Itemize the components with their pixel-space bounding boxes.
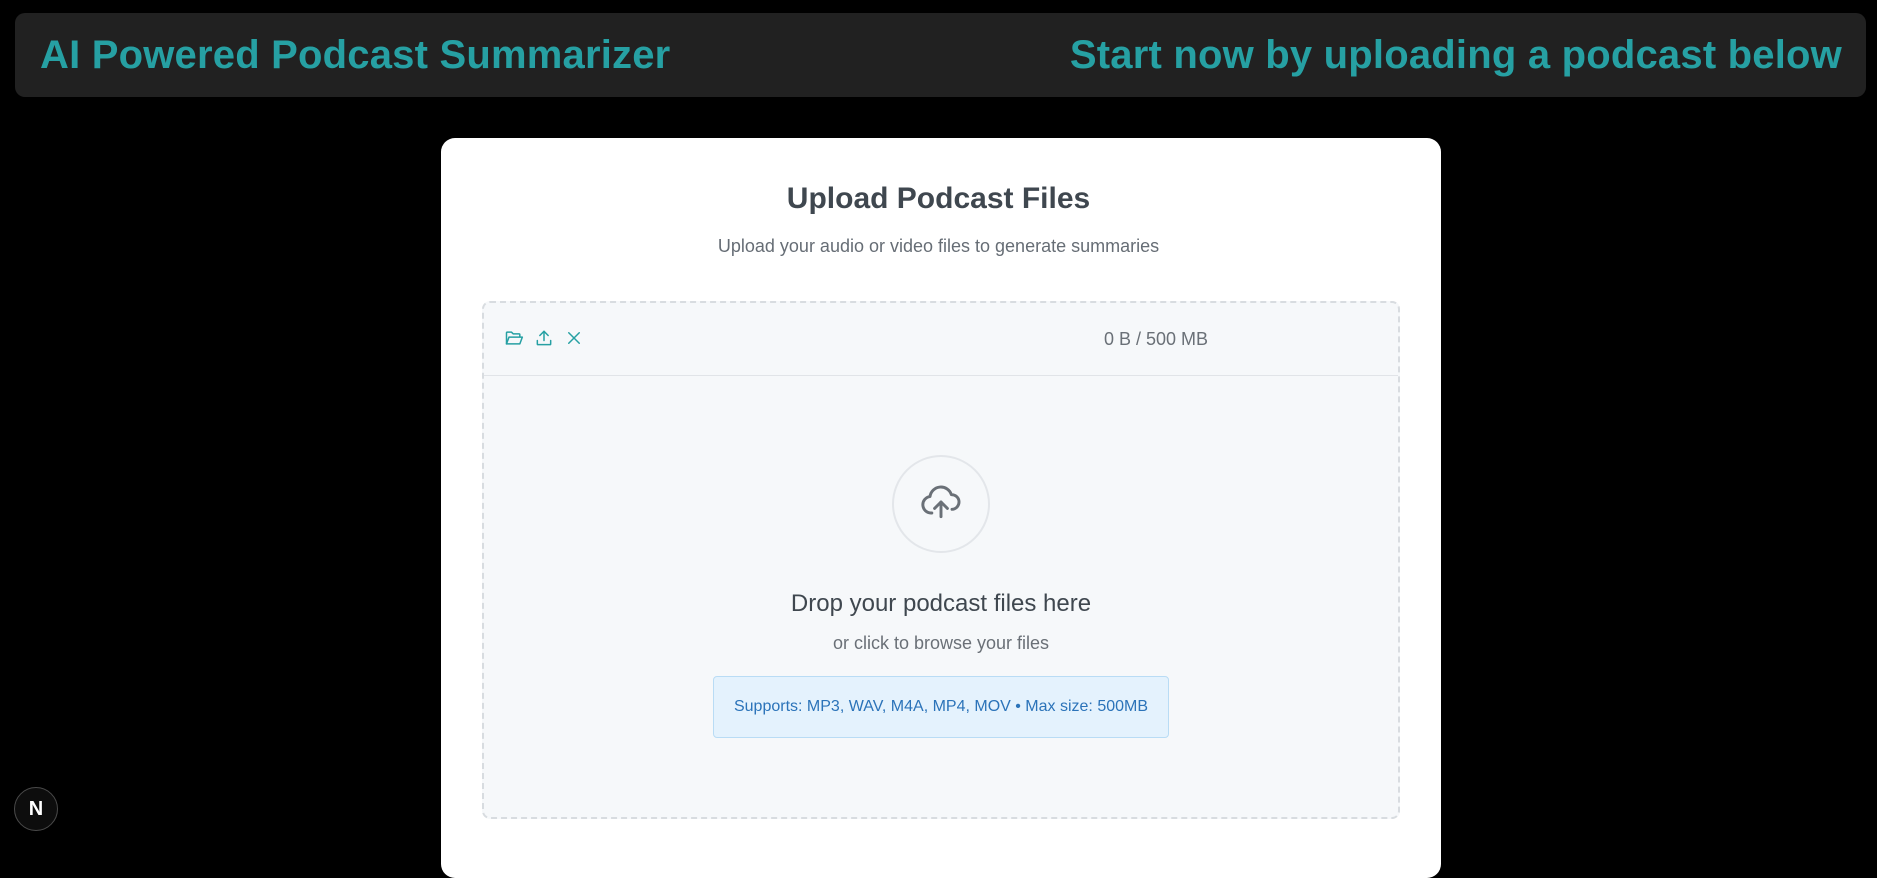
- nextjs-logo-icon: N: [28, 797, 44, 820]
- drop-subtitle: or click to browse your files: [832, 633, 1050, 653]
- app-header: AI Powered Podcast Summarizer Start now …: [15, 13, 1866, 97]
- clear-files-button[interactable]: [563, 329, 585, 351]
- app-title: AI Powered Podcast Summarizer: [40, 32, 671, 77]
- supported-formats-note: Supports: MP3, WAV, M4A, MP4, MOV • Max …: [713, 676, 1169, 738]
- upload-icon: [534, 328, 554, 353]
- cloud-upload-icon: [919, 480, 963, 529]
- drop-title: Drop your podcast files here: [790, 590, 1092, 617]
- close-icon: [565, 329, 583, 352]
- upload-card-title: Upload Podcast Files: [786, 182, 1091, 215]
- upload-size-indicator: 0 B / 500 MB: [1104, 329, 1209, 349]
- folder-open-icon: [504, 328, 524, 353]
- nextjs-dev-badge[interactable]: N: [14, 787, 58, 831]
- header-tagline: Start now by uploading a podcast below: [1069, 32, 1842, 77]
- choose-files-button[interactable]: [503, 329, 525, 351]
- drop-icon-circle: [892, 455, 990, 553]
- upload-card-subtitle: Upload your audio or video files to gene…: [717, 236, 1160, 256]
- file-upload-dropzone[interactable]: 0 B / 500 MB Drop your podcast files her…: [482, 301, 1400, 819]
- upload-toolbar: 0 B / 500 MB: [484, 303, 1398, 376]
- upload-files-button[interactable]: [533, 329, 555, 351]
